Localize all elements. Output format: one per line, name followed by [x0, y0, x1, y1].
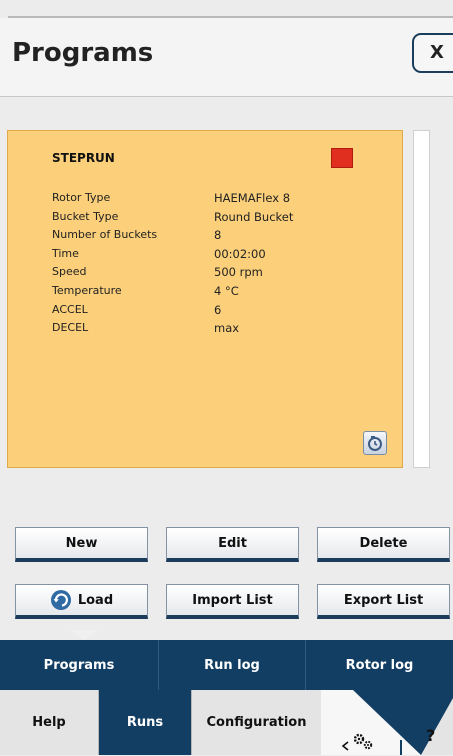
load-button[interactable]: Load	[15, 584, 148, 619]
program-name: STEPRUN	[52, 151, 115, 165]
close-button[interactable]: X	[412, 33, 453, 73]
new-button[interactable]: New	[15, 527, 148, 562]
param-value: 6	[214, 302, 222, 317]
program-card[interactable]: STEPRUN Rotor Type HAEMAFlex 8 Bucket Typ…	[7, 130, 403, 468]
status-indicator	[331, 148, 353, 168]
param-value: HAEMAFlex 8	[214, 191, 291, 205]
active-tab-indicator	[70, 630, 98, 640]
param-value: 8	[214, 228, 222, 243]
param-key: Speed	[52, 265, 87, 279]
param-key: Number of Buckets	[52, 228, 158, 242]
refresh-icon	[50, 589, 72, 611]
param-key: ACCEL	[52, 302, 88, 316]
param-key: Temperature	[52, 283, 122, 297]
param-value: 4 °C	[214, 283, 239, 298]
stopwatch-icon[interactable]	[363, 431, 387, 455]
export-list-button[interactable]: Export List	[317, 584, 450, 619]
param-value: max	[214, 321, 240, 336]
param-value: Round Bucket	[214, 209, 294, 224]
param-value: 00:02:00	[214, 246, 266, 261]
nav-help[interactable]: Help	[0, 690, 98, 755]
edit-button[interactable]: Edit	[166, 527, 299, 562]
page-title: Programs	[12, 38, 154, 68]
tab-rotor-log[interactable]: Rotor log	[306, 640, 453, 690]
nav-configuration[interactable]: Configuration	[192, 690, 321, 755]
scrollbar[interactable]	[413, 130, 430, 468]
settings-icon[interactable]	[338, 730, 388, 752]
nav-runs[interactable]: Runs	[99, 690, 191, 755]
tab-run-log[interactable]: Run log	[159, 640, 305, 690]
param-key: Rotor Type	[52, 191, 111, 204]
help-question-button[interactable]: ?	[426, 726, 435, 745]
param-key: Bucket Type	[52, 209, 119, 223]
param-key: DECEL	[52, 321, 89, 335]
tab-bar: Programs Run log Rotor log	[0, 640, 453, 690]
load-label: Load	[77, 592, 114, 608]
import-list-button[interactable]: Import List	[166, 584, 299, 619]
param-key: Time	[52, 246, 79, 260]
bottom-nav: Help Runs Configuration ?	[0, 690, 453, 755]
delete-button[interactable]: Delete	[317, 527, 450, 562]
tab-programs[interactable]: Programs	[0, 640, 158, 690]
header-divider	[0, 96, 453, 97]
param-value: 500 rpm	[214, 265, 263, 280]
